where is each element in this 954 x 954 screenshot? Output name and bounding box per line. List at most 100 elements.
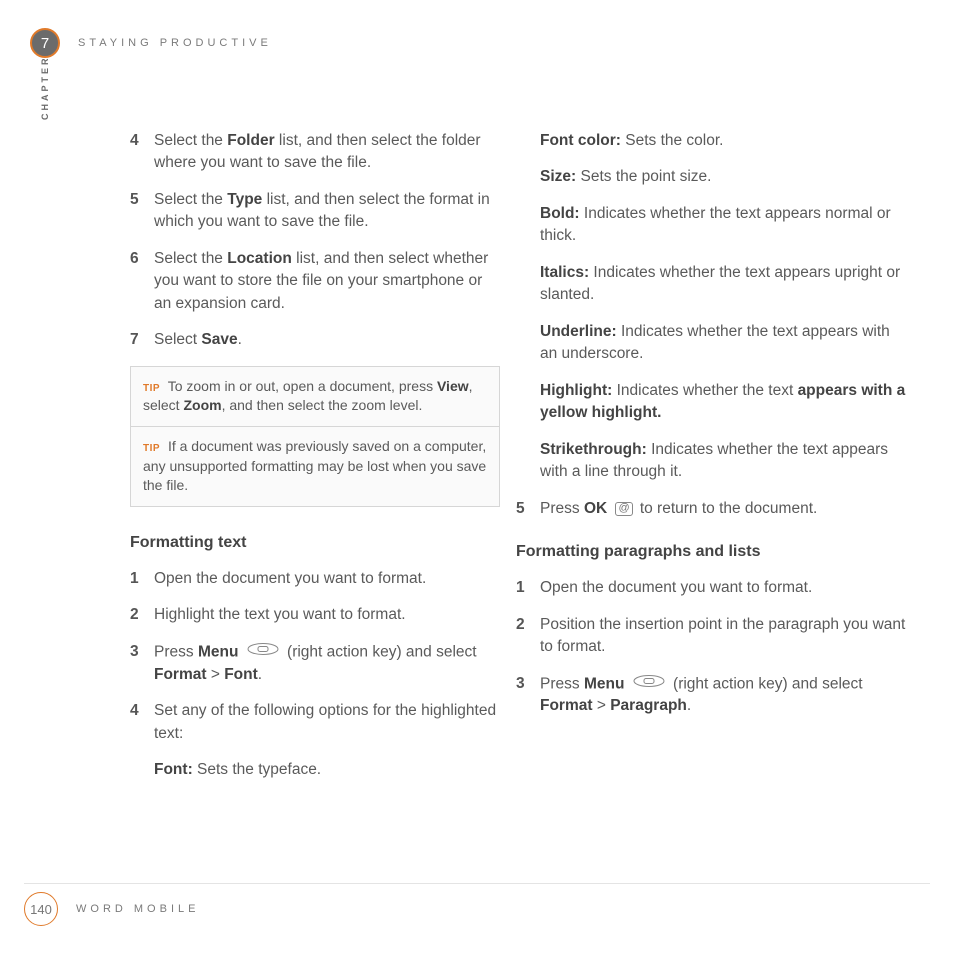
text: To zoom in or out, open a document, pres…	[168, 378, 437, 394]
text: Select the	[154, 250, 227, 267]
step-item: 6 Select the Location list, and then sel…	[130, 248, 500, 315]
text: Press	[154, 643, 198, 660]
definition: Bold: Indicates whether the text appears…	[540, 203, 910, 248]
footer-rule	[24, 883, 930, 884]
bold-text: Font	[224, 666, 258, 683]
definition-desc: Sets the point size.	[576, 168, 711, 185]
text: .	[258, 666, 262, 683]
text: to return to the document.	[640, 500, 818, 517]
bold-text: Folder	[227, 132, 274, 149]
step-item: 2 Highlight the text you want to format.	[130, 604, 500, 626]
page-footer: 140 WORD MOBILE	[24, 892, 199, 926]
text: .	[687, 697, 691, 714]
step-number: 6	[130, 248, 154, 315]
definition-term: Underline:	[540, 323, 617, 340]
footer-title: WORD MOBILE	[76, 903, 199, 915]
step-number: 3	[516, 673, 540, 718]
step-item: 3 Press Menu (right action key) and sele…	[130, 641, 500, 686]
text: Press	[540, 500, 584, 517]
bold-text: Format	[540, 697, 593, 714]
step-item: 5 Press OK to return to the document.	[516, 498, 910, 520]
text: >	[207, 666, 225, 683]
step-text: Press OK to return to the document.	[540, 498, 910, 520]
step-item: 4 Select the Folder list, and then selec…	[130, 130, 500, 175]
step-text: Open the document you want to format.	[540, 577, 910, 599]
left-column: 4 Select the Folder list, and then selec…	[130, 130, 500, 796]
page-number-badge: 140	[24, 892, 58, 926]
definition-desc: Indicates whether the text	[612, 382, 797, 399]
text: .	[238, 331, 242, 348]
bold-text: Save	[201, 331, 237, 348]
step-item: 2 Position the insertion point in the pa…	[516, 614, 910, 659]
action-key-icon	[246, 641, 280, 663]
step-text: Press Menu (right action key) and select…	[154, 641, 500, 686]
action-key-icon	[632, 673, 666, 695]
step-number: 2	[130, 604, 154, 626]
ok-key-icon	[615, 502, 633, 516]
text: (right action key) and select	[287, 643, 477, 660]
bold-text: Type	[227, 191, 262, 208]
text: (right action key) and select	[673, 675, 863, 692]
step-text: Position the insertion point in the para…	[540, 614, 910, 659]
right-column: Font color: Sets the color. Size: Sets t…	[540, 130, 910, 796]
step-number: 4	[130, 700, 154, 745]
definition: Font color: Sets the color.	[540, 130, 910, 152]
definition-term: Italics:	[540, 264, 589, 281]
chapter-number-badge: 7	[30, 28, 60, 58]
definition-desc: Sets the typeface.	[193, 761, 321, 778]
bold-text: Menu	[198, 643, 238, 660]
text: Select the	[154, 191, 227, 208]
bold-text: Paragraph	[610, 697, 687, 714]
definition: Font: Sets the typeface.	[154, 759, 500, 781]
bold-text: Zoom	[183, 397, 221, 413]
definition: Size: Sets the point size.	[540, 166, 910, 188]
tip-item: TIP To zoom in or out, open a document, …	[131, 367, 499, 426]
definition: Strikethrough: Indicates whether the tex…	[540, 439, 910, 484]
tip-label: TIP	[143, 383, 160, 394]
section-heading: Formatting paragraphs and lists	[516, 540, 910, 563]
step-number: 5	[516, 498, 540, 520]
step-number: 4	[130, 130, 154, 175]
step-text: Open the document you want to format.	[154, 568, 500, 590]
definition: Highlight: Indicates whether the text ap…	[540, 380, 910, 425]
step-item: 1 Open the document you want to format.	[516, 577, 910, 599]
step-item: 3 Press Menu (right action key) and sele…	[516, 673, 910, 718]
tip-box: TIP To zoom in or out, open a document, …	[130, 366, 500, 507]
definition-term: Bold:	[540, 205, 580, 222]
chapter-title: STAYING PRODUCTIVE	[78, 37, 272, 49]
definition-desc: Sets the color.	[621, 132, 724, 149]
step-number: 2	[516, 614, 540, 659]
definition-term: Strikethrough:	[540, 441, 647, 458]
step-item: 4 Set any of the following options for t…	[130, 700, 500, 745]
definition-term: Font:	[154, 761, 193, 778]
text: Select	[154, 331, 201, 348]
definition: Italics: Indicates whether the text appe…	[540, 262, 910, 307]
definition-desc: Indicates whether the text appears uprig…	[540, 264, 900, 303]
step-number: 1	[516, 577, 540, 599]
step-number: 3	[130, 641, 154, 686]
step-text: Select the Type list, and then select th…	[154, 189, 500, 234]
chapter-side-label: CHAPTER	[40, 55, 50, 120]
text: >	[593, 697, 611, 714]
step-number: 1	[130, 568, 154, 590]
text: If a document was previously saved on a …	[143, 438, 486, 493]
step-item: 5 Select the Type list, and then select …	[130, 189, 500, 234]
step-number: 7	[130, 329, 154, 351]
bold-text: Menu	[584, 675, 624, 692]
step-text: Set any of the following options for the…	[154, 700, 500, 745]
tip-item: TIP If a document was previously saved o…	[131, 426, 499, 506]
text: Select the	[154, 132, 227, 149]
bold-text: Format	[154, 666, 207, 683]
bold-text: OK	[584, 500, 607, 517]
tip-label: TIP	[143, 443, 160, 454]
step-text: Press Menu (right action key) and select…	[540, 673, 910, 718]
definition-term: Font color:	[540, 132, 621, 149]
page-content: 4 Select the Folder list, and then selec…	[130, 130, 920, 796]
step-item: 1 Open the document you want to format.	[130, 568, 500, 590]
page-header: 7 STAYING PRODUCTIVE	[30, 28, 272, 58]
definition-term: Size:	[540, 168, 576, 185]
step-text: Select Save.	[154, 329, 500, 351]
step-text: Highlight the text you want to format.	[154, 604, 500, 626]
bold-text: Location	[227, 250, 292, 267]
step-text: Select the Location list, and then selec…	[154, 248, 500, 315]
